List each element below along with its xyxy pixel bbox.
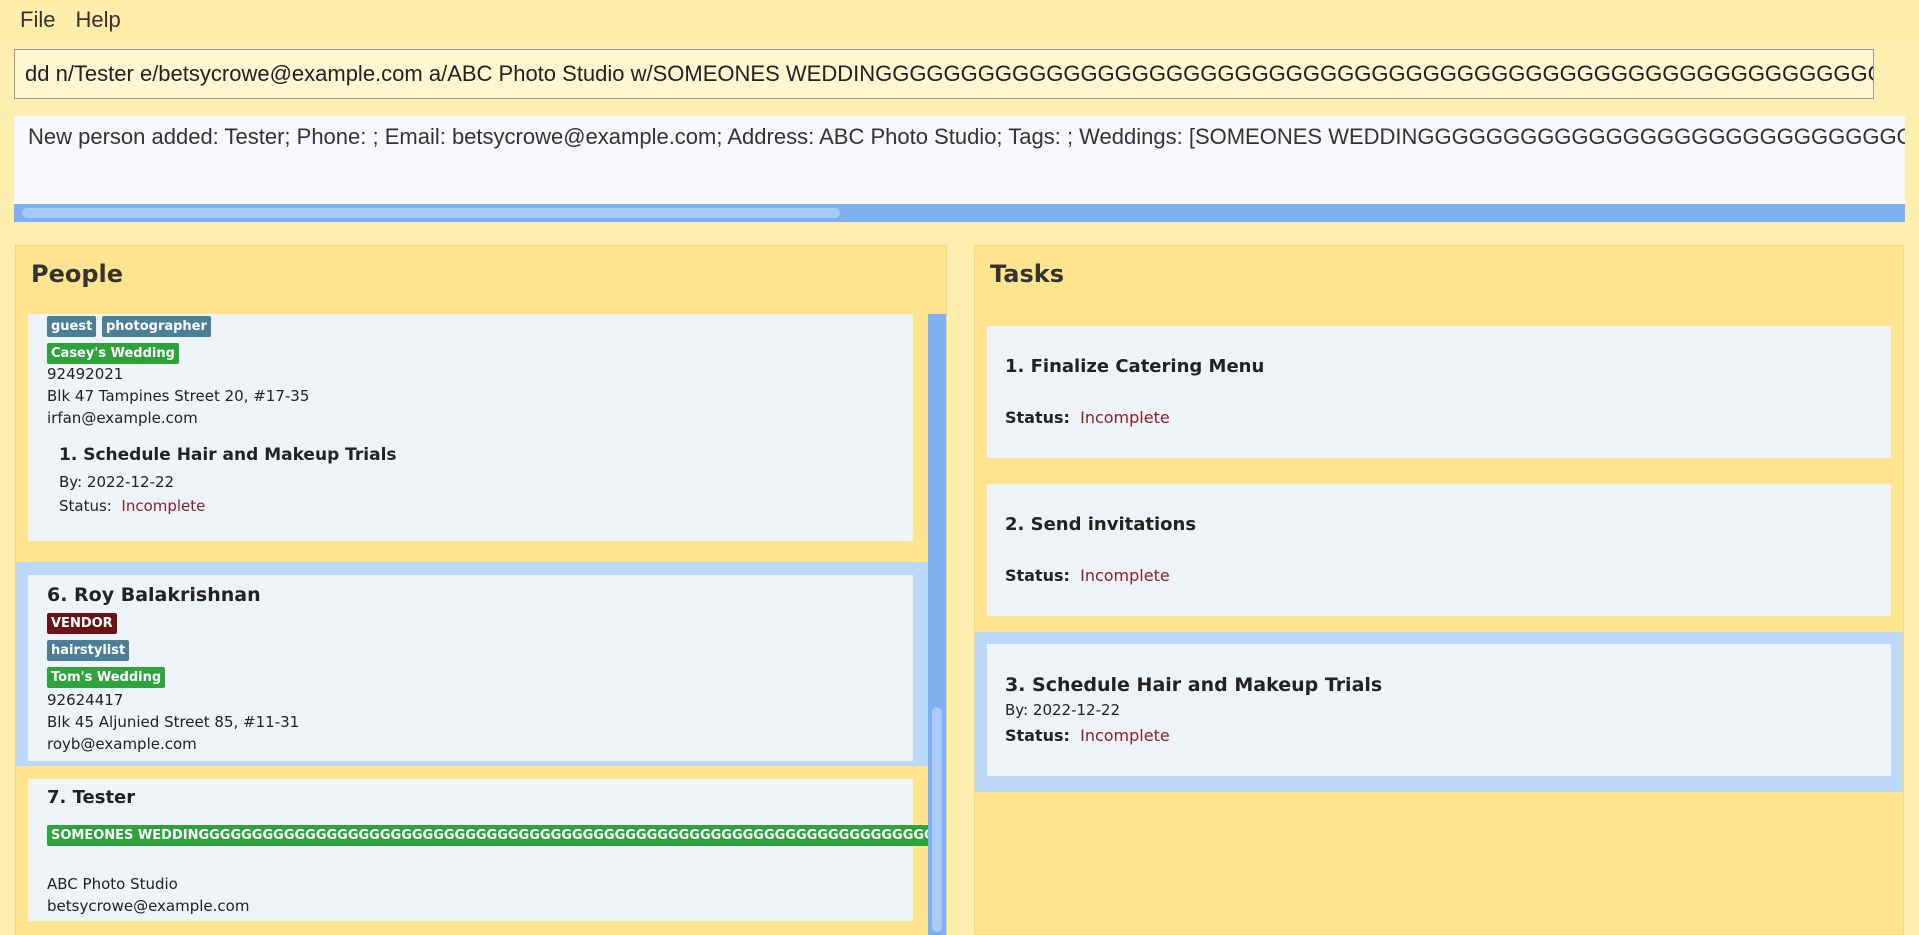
deadline-label: By:	[59, 473, 83, 491]
person-card-wrapper-selected[interactable]: 6. Roy Balakrishnan VENDOR hairstylist T…	[16, 562, 928, 766]
people-vertical-scrollbar[interactable]	[928, 314, 946, 935]
tag-chip: photographer	[102, 316, 211, 337]
person-email: royb@example.com	[47, 735, 197, 753]
person-task-deadline: By: 2022-12-22	[59, 473, 174, 491]
menu-bar: File Help	[0, 0, 1919, 40]
wedding-chip: Casey's Wedding	[47, 343, 179, 364]
task-title: 3. Schedule Hair and Makeup Trials	[1005, 674, 1383, 696]
command-input[interactable]: dd n/Tester e/betsycrowe@example.com a/A…	[14, 49, 1874, 99]
status-label: Status:	[1005, 408, 1070, 427]
people-panel-title: People	[31, 260, 124, 288]
result-scrollbar-thumb[interactable]	[22, 208, 840, 218]
person-address: ABC Photo Studio	[47, 875, 178, 893]
vendor-chip: VENDOR	[47, 613, 117, 634]
task-card-wrapper-selected[interactable]: 3. Schedule Hair and Makeup Trials By: 2…	[975, 632, 1903, 792]
person-card-wrapper[interactable]: 7. Tester SOMEONES WEDDINGGGGGGGGGGGGGGG…	[16, 766, 928, 935]
person-address: Blk 47 Tampines Street 20, #17-35	[47, 387, 310, 405]
tag-chip: guest	[47, 316, 97, 337]
menu-help[interactable]: Help	[65, 7, 130, 33]
status-label: Status:	[1005, 566, 1070, 585]
app-window: File Help dd n/Tester e/betsycrowe@examp…	[0, 0, 1919, 935]
status-value: Incomplete	[121, 497, 206, 515]
person-name: 6. Roy Balakrishnan	[47, 584, 261, 606]
person-card-wrapper[interactable]: guest photographer Casey's Wedding 92492…	[16, 314, 928, 562]
people-list[interactable]: guest photographer Casey's Wedding 92492…	[16, 314, 928, 935]
status-value: Incomplete	[1080, 726, 1170, 745]
task-card-wrapper[interactable]: 1. Finalize Catering Menu Status: Incomp…	[975, 326, 1903, 466]
task-title: 2. Send invitations	[1005, 514, 1197, 535]
deadline-value: 2022-12-22	[1032, 701, 1121, 719]
deadline-value: 2022-12-22	[86, 473, 175, 491]
person-phone: 92492021	[47, 365, 124, 383]
status-value: Incomplete	[1080, 566, 1170, 585]
task-card[interactable]: 1. Finalize Catering Menu Status: Incomp…	[987, 326, 1891, 458]
people-scrollbar-thumb[interactable]	[932, 707, 942, 932]
result-horizontal-scrollbar[interactable]	[14, 204, 1905, 222]
person-phone: 92624417	[47, 691, 124, 709]
person-task-status: Status: Incomplete	[59, 497, 205, 515]
tasks-panel: Tasks 1. Finalize Catering Menu Status: …	[974, 245, 1904, 935]
task-card[interactable]: 2. Send invitations Status: Incomplete	[987, 484, 1891, 616]
person-task-title: 1. Schedule Hair and Makeup Trials	[59, 445, 397, 465]
person-card[interactable]: 6. Roy Balakrishnan VENDOR hairstylist T…	[28, 575, 913, 761]
tasks-panel-title: Tasks	[990, 260, 1065, 288]
task-status: Status: Incomplete	[1005, 726, 1170, 745]
person-name: 7. Tester	[47, 787, 136, 808]
task-card-wrapper[interactable]: 2. Send invitations Status: Incomplete	[975, 484, 1903, 624]
tag-chip: hairstylist	[47, 640, 130, 661]
task-title: 1. Finalize Catering Menu	[1005, 356, 1265, 377]
task-deadline: By: 2022-12-22	[1005, 701, 1120, 719]
person-card[interactable]: 7. Tester SOMEONES WEDDINGGGGGGGGGGGGGGG…	[28, 779, 928, 921]
person-email: betsycrowe@example.com	[47, 897, 250, 915]
status-value: Incomplete	[1080, 408, 1170, 427]
result-message: New person added: Tester; Phone: ; Email…	[28, 124, 1905, 149]
status-label: Status:	[59, 497, 112, 515]
person-address: Blk 45 Aljunied Street 85, #11-31	[47, 713, 300, 731]
status-label: Status:	[1005, 726, 1070, 745]
task-status: Status: Incomplete	[1005, 566, 1170, 585]
command-input-text[interactable]: dd n/Tester e/betsycrowe@example.com a/A…	[15, 61, 1873, 87]
person-email: irfan@example.com	[47, 409, 198, 427]
menu-file[interactable]: File	[10, 7, 65, 33]
result-display: New person added: Tester; Phone: ; Email…	[14, 116, 1905, 222]
deadline-label: By:	[1005, 701, 1029, 719]
task-status: Status: Incomplete	[1005, 408, 1170, 427]
task-card[interactable]: 3. Schedule Hair and Makeup Trials By: 2…	[987, 644, 1891, 776]
wedding-chip: SOMEONES WEDDINGGGGGGGGGGGGGGGGGGGGGGGGG…	[47, 825, 928, 846]
people-panel: People guest photographer Casey's Weddin…	[15, 245, 947, 935]
wedding-chip: Tom's Wedding	[47, 667, 166, 688]
person-card[interactable]: guest photographer Casey's Wedding 92492…	[28, 314, 913, 541]
